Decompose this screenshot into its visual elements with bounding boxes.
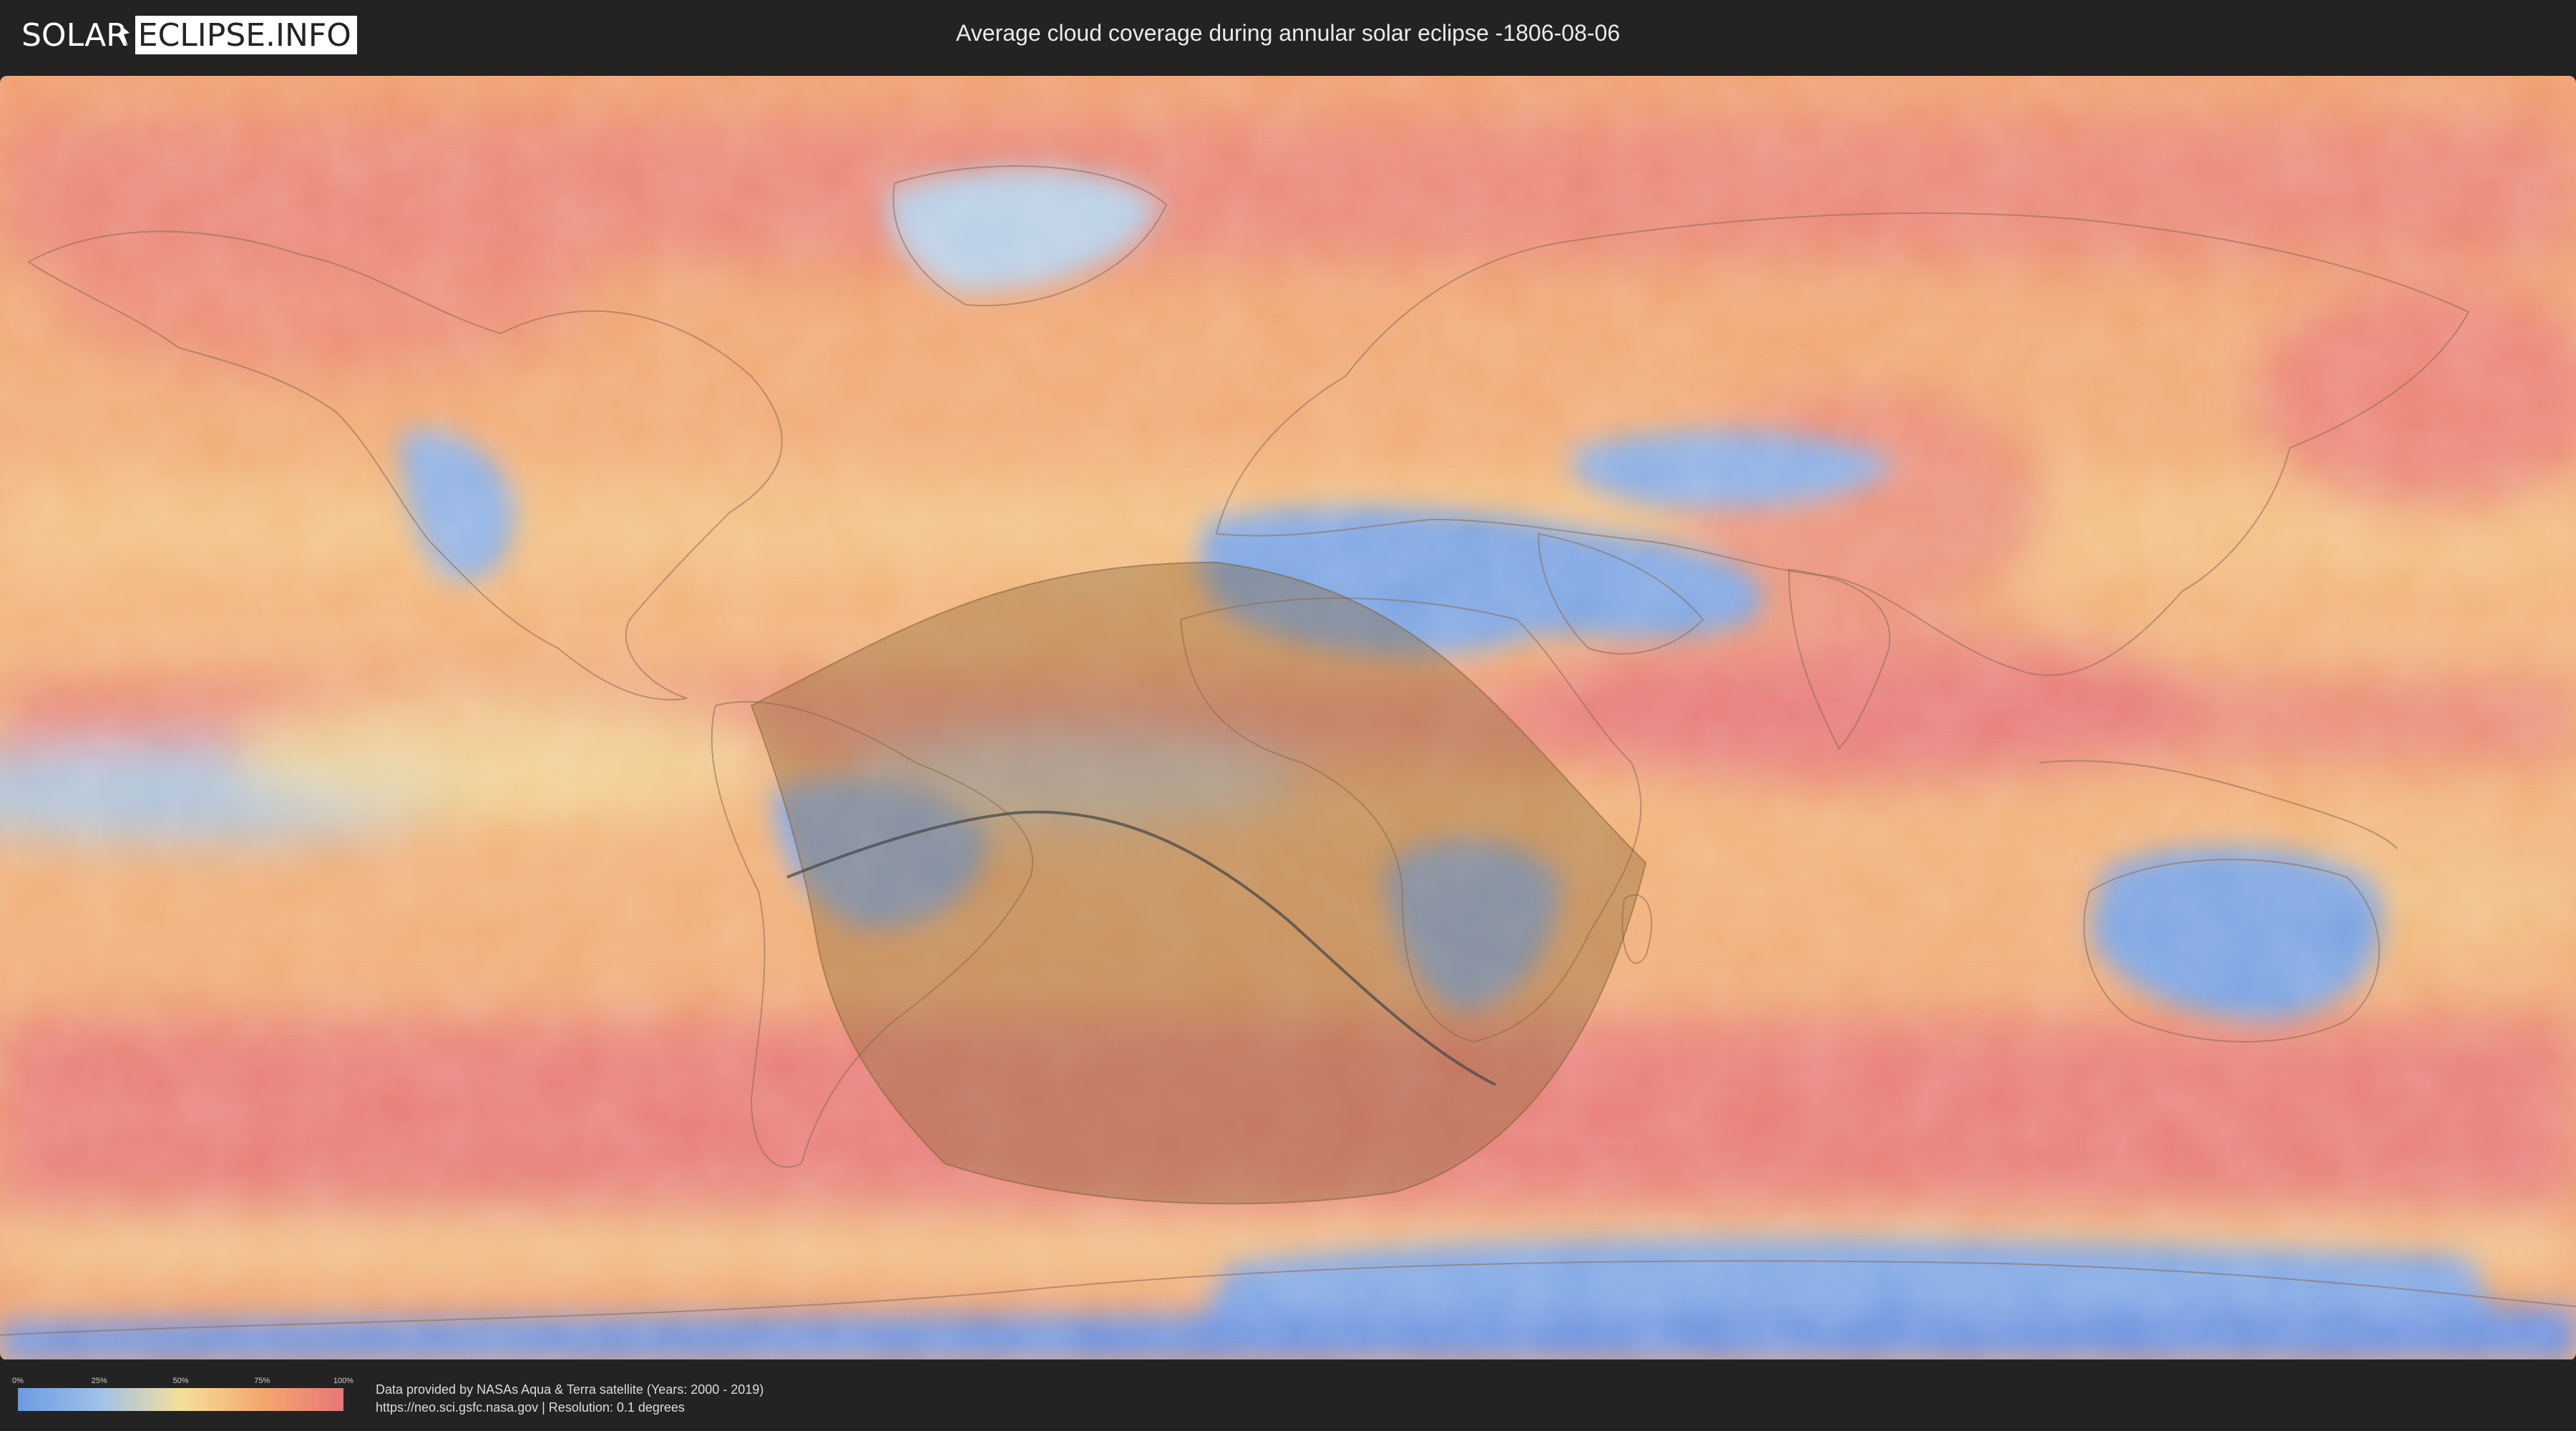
footer-bar: 0% 25% 50% 75% 100% Data provided by NAS…: [0, 1359, 2576, 1431]
header-bar: SOLAR ECLIPSE.INFO Average cloud coverag…: [0, 0, 2576, 74]
coverage-legend: 0% 25% 50% 75% 100%: [12, 1377, 353, 1411]
credit-line-1: Data provided by NASAs Aqua & Terra sate…: [376, 1382, 764, 1397]
legend-tick-50: 50%: [172, 1377, 189, 1385]
cloud-coverage-map[interactable]: [0, 76, 2576, 1360]
legend-color-bar: [18, 1388, 343, 1411]
legend-tick-75: 75%: [254, 1377, 270, 1385]
legend-tick-25: 25%: [91, 1377, 107, 1385]
data-credits: Data provided by NASAs Aqua & Terra sate…: [376, 1381, 763, 1417]
legend-tick-100: 100%: [333, 1377, 354, 1385]
credit-line-2: https://neo.sci.gsfc.nasa.gov | Resoluti…: [376, 1400, 685, 1415]
world-map-svg: [0, 76, 2576, 1360]
page-title: Average cloud coverage during annular so…: [956, 20, 1620, 46]
legend-tick-0: 0%: [12, 1377, 24, 1385]
